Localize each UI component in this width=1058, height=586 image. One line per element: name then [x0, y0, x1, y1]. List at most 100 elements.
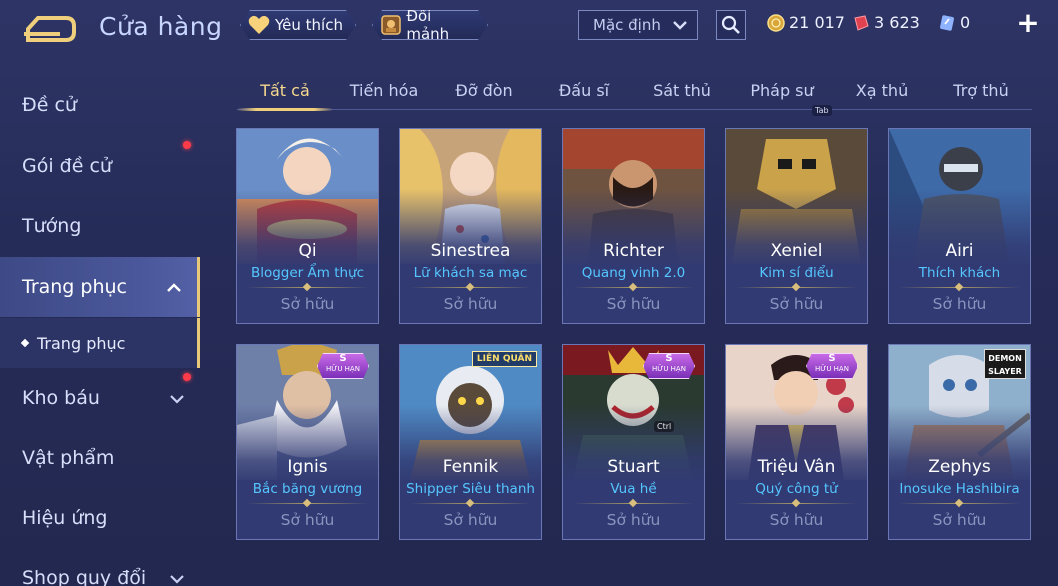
owned-status: Sở hữu	[443, 511, 498, 529]
skin-card[interactable]: LIÊN QUÂN Fennik Shipper Siêu thanh Sở h…	[399, 344, 542, 540]
skin-name: Blogger Ẩm thực	[250, 265, 365, 281]
skin-card[interactable]: Xeniel Kim sí điểu Sở hữu	[725, 128, 868, 324]
skin-card[interactable]: S HỮU HẠN Stuart Vua hề Sở hữu	[562, 344, 705, 540]
skin-card[interactable]: S HỮU HẠN Ignis Bắc băng vương Sở hữu	[236, 344, 379, 540]
limited-badge: S HỮU HẠN	[317, 353, 369, 379]
sidebar-item-treasure[interactable]: Kho báu	[0, 368, 200, 428]
top-bar: Cửa hàng Yêu thích Đổi mảnh Mặc định 21 …	[0, 0, 1058, 50]
owned-status: Sở hữu	[932, 511, 987, 529]
sidebar-item-skins[interactable]: Trang phục	[0, 257, 200, 317]
search-button[interactable]	[716, 10, 746, 40]
tab-evolution[interactable]: Tiến hóa	[340, 72, 428, 108]
tab-all[interactable]: Tất cả	[237, 72, 333, 111]
hero-name: Triệu Vân	[757, 457, 836, 477]
hero-name: Airi	[945, 241, 974, 261]
tab-assassin[interactable]: Sát thủ	[638, 72, 726, 108]
skin-name: Inosuke Hashibira	[899, 481, 1020, 497]
limited-badge-tier: S	[828, 353, 836, 364]
search-icon	[721, 15, 740, 34]
card-divider	[899, 287, 1020, 288]
collab-logo-badge: DEMON SLAYER	[984, 349, 1026, 379]
skin-name: Quang vinh 2.0	[581, 265, 686, 281]
ticket-counter: 0	[938, 13, 970, 32]
owned-status: Sở hữu	[280, 511, 335, 529]
limited-badge-label: HỮU HẠN	[652, 365, 686, 373]
sidebar-item-recommended-bundles[interactable]: Gói đề cử	[0, 136, 200, 196]
skin-name: Lữ khách sa mạc	[413, 265, 528, 281]
tab-tank[interactable]: Đỡ đòn	[440, 72, 528, 108]
sidebar-item-items[interactable]: Vật phẩm	[0, 428, 200, 488]
gem-amount: 3 623	[874, 13, 920, 32]
gold-coin-icon	[767, 13, 785, 32]
limited-badge-label: HỮU HẠN	[815, 365, 849, 373]
sort-dropdown[interactable]: Mặc định	[578, 10, 698, 40]
sidebar-item-label: Gói đề cử	[22, 155, 112, 177]
game-logo-badge: LIÊN QUÂN	[471, 351, 537, 367]
sidebar-item-label: Shop quy đổi	[22, 567, 147, 586]
fragments-button[interactable]: Đổi mảnh	[372, 10, 488, 40]
skin-card[interactable]: Richter Quang vinh 2.0 Sở hữu	[562, 128, 705, 324]
diamond-bullet-icon	[20, 338, 30, 348]
hero-name: Qi	[298, 241, 317, 261]
sidebar-item-label: Vật phẩm	[22, 447, 115, 469]
sidebar-subitem-skins[interactable]: Trang phục	[0, 318, 200, 368]
voucher-icon	[938, 14, 956, 32]
owned-status: Sở hữu	[769, 511, 824, 529]
fragment-icon	[379, 14, 402, 36]
sidebar-item-label: Kho báu	[22, 387, 100, 409]
red-gem-icon	[852, 14, 870, 32]
sidebar-item-label: Trang phục	[22, 276, 128, 298]
favorites-label: Yêu thích	[275, 16, 343, 34]
tab-mage[interactable]: Pháp sư	[737, 72, 827, 108]
add-currency-button[interactable]: +	[1015, 8, 1041, 38]
skin-name: Thích khách	[918, 265, 1001, 281]
card-divider	[410, 503, 531, 504]
skin-name: Quý công tử	[755, 481, 838, 497]
sidebar: Đề cử Gói đề cử Tướng Trang phục Trang p…	[0, 60, 200, 586]
notification-dot	[183, 373, 191, 381]
sidebar-item-label: Tướng	[22, 215, 82, 237]
skin-card[interactable]: Qi Blogger Ẩm thực Sở hữu	[236, 128, 379, 324]
owned-status: Sở hữu	[280, 295, 335, 313]
sidebar-item-heroes[interactable]: Tướng	[0, 196, 200, 256]
chevron-down-icon	[671, 17, 689, 37]
tab-marksman[interactable]: Xạ thủ	[838, 72, 926, 108]
ticket-amount: 0	[960, 13, 971, 32]
sidebar-item-exchange-shop[interactable]: Shop quy đổi	[0, 548, 200, 586]
hero-name: Sinestrea	[430, 241, 511, 261]
limited-badge-tier: S	[339, 353, 347, 364]
hero-name: Stuart	[607, 457, 660, 477]
tab-fighter[interactable]: Đấu sĩ	[540, 72, 628, 108]
page-title: Cửa hàng	[99, 12, 223, 41]
sidebar-subitem-label: Trang phục	[37, 333, 126, 353]
skin-card[interactable]: Airi Thích khách Sở hữu	[888, 128, 1031, 324]
sidebar-item-recommended[interactable]: Đề cử	[0, 75, 200, 135]
limited-badge: S HỮU HẠN	[806, 353, 858, 379]
plus-icon: +	[1016, 6, 1040, 39]
owned-status: Sở hữu	[769, 295, 824, 313]
favorites-button[interactable]: Yêu thích	[240, 10, 356, 40]
limited-badge-tier: S	[665, 353, 673, 364]
card-divider	[736, 287, 857, 288]
skin-card[interactable]: DEMON SLAYER Zephys Inosuke Hashibira Sở…	[888, 344, 1031, 540]
hero-name: Zephys	[928, 457, 991, 477]
card-divider	[410, 287, 531, 288]
back-arrow-icon	[24, 16, 76, 42]
card-divider	[899, 503, 1020, 504]
sidebar-item-effects[interactable]: Hiệu ứng	[0, 488, 200, 548]
skin-card[interactable]: Sinestrea Lữ khách sa mạc Sở hữu	[399, 128, 542, 324]
card-divider	[247, 287, 368, 288]
owned-status: Sở hữu	[606, 511, 661, 529]
owned-status: Sở hữu	[443, 295, 498, 313]
card-divider	[573, 503, 694, 504]
tab-support[interactable]: Trợ thủ	[937, 72, 1025, 108]
keyboard-hint-tab: Tab	[812, 105, 832, 116]
heart-icon	[247, 14, 271, 36]
card-divider	[736, 503, 857, 504]
notification-dot	[183, 141, 191, 149]
back-button[interactable]	[20, 12, 80, 46]
hero-name: Richter	[603, 241, 664, 261]
skin-card[interactable]: S HỮU HẠN Triệu Vân Quý công tử Sở hữu	[725, 344, 868, 540]
gem-counter: 3 623	[852, 13, 920, 32]
limited-badge-label: HỮU HẠN	[326, 365, 360, 373]
